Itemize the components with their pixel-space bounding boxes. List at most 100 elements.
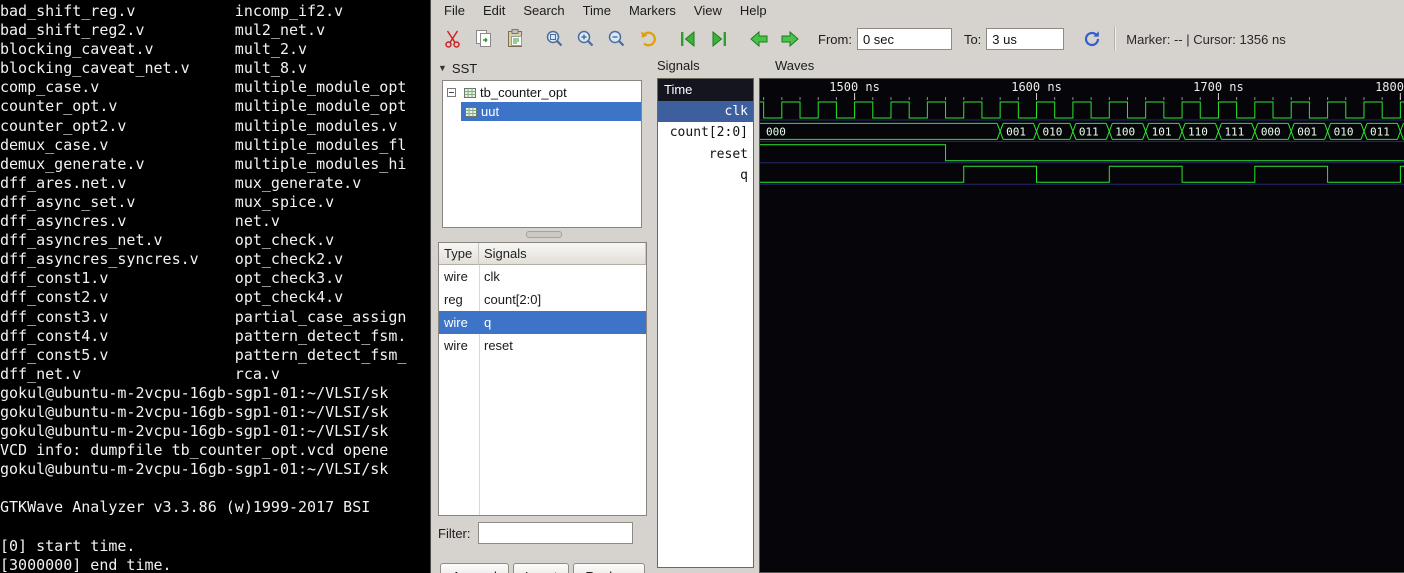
terminal-line: dff_asyncres_net.v opt_check.v <box>0 231 335 250</box>
menu-markers[interactable]: Markers <box>620 1 685 20</box>
from-input[interactable] <box>856 28 952 50</box>
replace-button[interactable]: Replace <box>573 563 646 573</box>
terminal-line: comp_case.v multiple_module_opt <box>0 78 407 97</box>
svg-text:100: 100 <box>1115 125 1135 138</box>
signal-row-count[2:0][interactable]: reg count[2:0] <box>439 288 646 311</box>
signal-item-clk[interactable]: clk <box>658 101 753 123</box>
paste-icon[interactable] <box>503 27 527 51</box>
sst-panel: ▼ SST tb_counter_opt uut Type Signals wire… <box>438 58 650 573</box>
append-button[interactable]: Append <box>440 563 509 573</box>
copy-icon[interactable] <box>472 27 496 51</box>
signal-row-q[interactable]: wire q <box>439 311 646 334</box>
zoom-out-icon[interactable] <box>605 27 629 51</box>
signals-list: clk count[2:0] reset q <box>658 101 753 187</box>
column-header-signals[interactable]: Signals <box>479 243 646 265</box>
time-header: Time <box>658 79 753 101</box>
column-header-type[interactable]: Type <box>439 243 479 265</box>
toolbar: From: To: Marker: -- | Cursor: 1356 ns <box>431 20 1404 58</box>
collapse-triangle-icon[interactable]: ▼ <box>438 63 447 73</box>
menu-time[interactable]: Time <box>574 1 620 20</box>
terminal-line: dff_const1.v opt_check3.v <box>0 269 344 288</box>
module-icon <box>465 106 477 118</box>
svg-text:1500 ns: 1500 ns <box>829 80 880 94</box>
terminal[interactable]: bad_shift_reg.v incomp_if2.v bad_shift_re… <box>0 0 430 573</box>
signal-type: wire <box>444 315 468 330</box>
zoom-fit-icon[interactable] <box>543 27 567 51</box>
to-label: To: <box>963 31 982 47</box>
sst-buttons: AppendInsertReplace <box>440 563 646 573</box>
marker-cursor-status: Marker: -- | Cursor: 1356 ns <box>1126 31 1286 47</box>
signal-type: wire <box>444 269 468 284</box>
shift-right-icon[interactable] <box>778 27 802 51</box>
menu-view[interactable]: View <box>685 1 731 20</box>
svg-text:010: 010 <box>1334 125 1354 138</box>
from-label: From: <box>818 31 852 47</box>
menu-search[interactable]: Search <box>514 1 573 20</box>
zoom-in-icon[interactable] <box>574 27 598 51</box>
terminal-line: gokul@ubuntu-m-2vcpu-16gb-sgp1-01:~/VLSI… <box>0 460 389 479</box>
svg-text:1700 ns: 1700 ns <box>1193 80 1244 94</box>
signal-row-reset[interactable]: wire reset <box>439 334 646 357</box>
terminal-line: bad_shift_reg.v incomp_if2.v <box>0 2 344 20</box>
splitter-handle[interactable] <box>438 231 650 239</box>
terminal-line: blocking_caveat.v mult_2.v <box>0 40 308 59</box>
terminal-line: dff_const3.v partial_case_assign <box>0 307 407 326</box>
filter-row: Filter: <box>438 522 633 544</box>
signal-name: reset <box>484 338 513 353</box>
terminal-line: [3000000] end time. <box>0 555 172 573</box>
terminal-line: [0] start time. <box>0 536 136 555</box>
insert-button[interactable]: Insert <box>512 563 570 573</box>
terminal-line: dff_ares.net.v mux_generate.v <box>0 173 362 192</box>
sst-header-label: SST <box>451 60 478 76</box>
terminal-line: blocking_caveat_net.v mult_8.v <box>0 59 308 78</box>
terminal-line: GTKWave Analyzer v3.3.86 (w)1999-2017 BS… <box>0 498 371 517</box>
terminal-line: dff_async_set.v mux_spice.v <box>0 192 335 211</box>
gtkwave-window: FileEditSearchTimeMarkersViewHelp <box>430 0 1404 573</box>
svg-text:000: 000 <box>766 125 786 138</box>
terminal-line: gokul@ubuntu-m-2vcpu-16gb-sgp1-01:~/VLSI… <box>0 422 389 441</box>
waves-panel: Waves 1500 ns 1600 ns 1700 ns 1800 ns 000 001… <box>759 58 1404 573</box>
next-edge-icon[interactable] <box>707 27 731 51</box>
waves-canvas[interactable]: 1500 ns 1600 ns 1700 ns 1800 ns 000 001 010 011… <box>759 78 1404 573</box>
tree-node-tb_counter_opt[interactable]: tb_counter_opt <box>443 83 641 102</box>
sst-header[interactable]: ▼ SST <box>438 58 650 78</box>
filter-label: Filter: <box>438 525 471 541</box>
terminal-line: dff_const5.v pattern_detect_fsm_ <box>0 345 407 364</box>
menu-file[interactable]: File <box>435 1 474 20</box>
waveform-svg: 1500 ns 1600 ns 1700 ns 1800 ns 000 001 010 011… <box>760 80 1404 185</box>
to-input[interactable] <box>986 28 1065 50</box>
shift-left-icon[interactable] <box>747 27 771 51</box>
terminal-line: demux_generate.v multiple_modules_hi <box>0 154 407 173</box>
svg-text:111: 111 <box>1224 125 1244 138</box>
terminal-line: dff_asyncres_syncres.v opt_check2.v <box>0 250 344 269</box>
prev-edge-icon[interactable] <box>676 27 700 51</box>
tree-expander-icon[interactable] <box>447 88 456 97</box>
filter-input[interactable] <box>477 522 633 544</box>
toolbar-separator <box>1114 27 1117 51</box>
signal-item-q[interactable]: q <box>658 165 753 186</box>
sst-signal-table: Type Signals wire clk reg count[2:0] wire q wir… <box>438 242 647 516</box>
sst-table-body: wire clk reg count[2:0] wire q wire reset <box>439 265 646 515</box>
zoom-undo-icon[interactable] <box>636 27 660 51</box>
menu-help[interactable]: Help <box>731 1 776 20</box>
reload-icon[interactable] <box>1080 27 1104 51</box>
svg-text:011: 011 <box>1370 125 1390 138</box>
sst-table-header: Type Signals <box>439 243 646 265</box>
signal-name: q <box>484 315 492 330</box>
terminal-line: dff_asyncres.v net.v <box>0 212 280 231</box>
svg-text:011: 011 <box>1079 125 1099 138</box>
terminal-line: bad_shift_reg2.v mul2_net.v <box>0 21 326 40</box>
svg-text:001: 001 <box>1006 125 1026 138</box>
svg-text:010: 010 <box>1043 125 1063 138</box>
cut-icon[interactable] <box>441 27 465 51</box>
sst-tree[interactable]: tb_counter_opt uut <box>442 80 642 228</box>
waves-panel-title: Waves <box>775 58 815 73</box>
terminal-line: gokul@ubuntu-m-2vcpu-16gb-sgp1-01:~/VLSI… <box>0 402 389 421</box>
signal-row-clk[interactable]: wire clk <box>439 265 646 288</box>
signal-item-reset[interactable]: reset <box>658 144 753 165</box>
menu-edit[interactable]: Edit <box>474 1 514 20</box>
svg-text:101: 101 <box>1152 125 1172 138</box>
signal-item-count[2:0][interactable]: count[2:0] <box>658 122 753 143</box>
tree-node-uut[interactable]: uut <box>443 102 641 121</box>
signal-type: reg <box>444 292 463 307</box>
